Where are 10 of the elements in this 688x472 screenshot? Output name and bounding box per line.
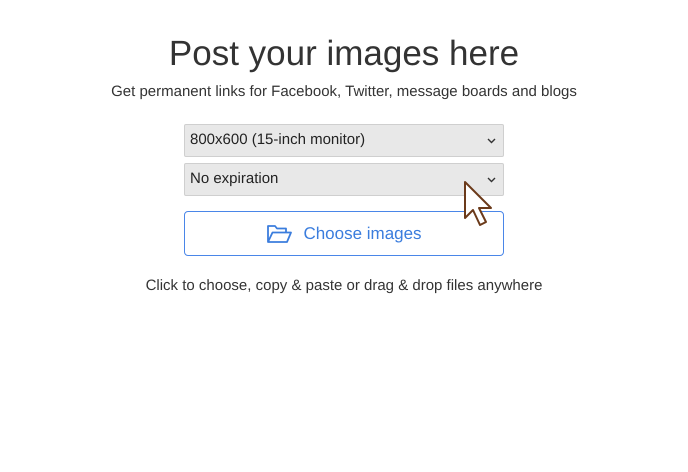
choose-images-button[interactable]: Choose images <box>184 211 504 256</box>
dropdown[interactable]: 800x600 (15-inch monitor) <box>184 124 504 157</box>
cursor-icon <box>463 180 495 229</box>
chevron-down-icon <box>487 176 496 182</box>
dropdown[interactable]: No expiration <box>184 163 504 196</box>
upload-hint: Click to choose, copy & paste or drag & drop files anywhere <box>146 277 542 295</box>
chevron-down-icon <box>487 138 496 144</box>
folder-icon <box>266 222 294 244</box>
subtitle: Get permanent links for Facebook, Twitter, message boards and blogs <box>111 83 577 101</box>
page-title: Post your images here <box>168 33 520 75</box>
